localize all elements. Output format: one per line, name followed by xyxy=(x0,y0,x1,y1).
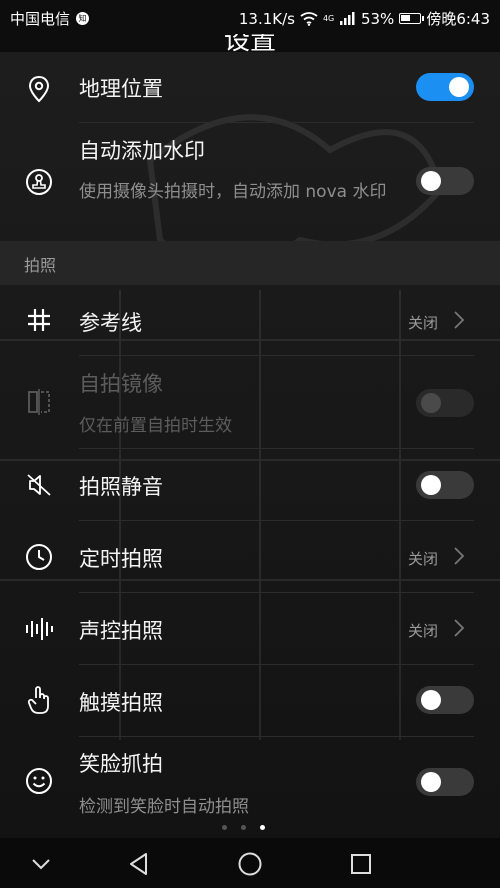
setting-mirror-desc: 仅在前置自拍时生效 xyxy=(79,416,232,436)
setting-smile-label: 笑脸抓拍 xyxy=(79,752,163,776)
setting-touch[interactable]: 触摸拍照 xyxy=(0,665,500,736)
clock: 傍晚6:43 xyxy=(426,10,490,28)
setting-watermark-label: 自动添加水印 xyxy=(79,139,205,163)
status-bar: 中国电信 知 13.1K/s 4G 53% 傍晚6:43 xyxy=(0,0,500,34)
page-dot-active xyxy=(260,825,265,830)
toggle-knob xyxy=(449,77,469,97)
battery-fill xyxy=(401,15,411,21)
setting-mute[interactable]: 拍照静音 xyxy=(0,449,500,520)
page-indicator xyxy=(222,825,265,830)
setting-gridline-value: 关闭 xyxy=(407,314,438,332)
touch-toggle[interactable] xyxy=(416,686,474,714)
setting-gridline[interactable]: 参考线 关闭 xyxy=(0,285,500,355)
setting-voice[interactable]: 声控拍照 关闭 xyxy=(0,593,500,664)
setting-watermark-desc: 使用摄像头拍摄时，自动添加 nova 水印 xyxy=(79,182,387,202)
back-triangle-icon[interactable] xyxy=(125,850,153,878)
setting-voice-value: 关闭 xyxy=(407,622,438,640)
chevron-right-icon xyxy=(454,619,465,637)
location-pin-icon xyxy=(24,74,54,104)
smile-toggle[interactable] xyxy=(416,768,474,796)
toggle-knob xyxy=(421,690,441,710)
toggle-knob xyxy=(421,772,441,792)
battery-icon xyxy=(399,13,425,24)
location-toggle[interactable] xyxy=(416,73,474,101)
home-circle-icon[interactable] xyxy=(236,850,264,878)
camera-settings-screen: 中国电信 知 13.1K/s 4G 53% 傍晚6:43 设置 地理位置 自动添… xyxy=(0,0,500,888)
navigation-bar xyxy=(0,838,500,888)
setting-voice-label: 声控拍照 xyxy=(79,619,163,643)
page-dot xyxy=(222,825,227,830)
chevron-right-icon xyxy=(454,547,465,565)
watermark-toggle[interactable] xyxy=(416,167,474,195)
toggle-knob xyxy=(421,171,441,191)
setting-selfie-mirror: 自拍镜像 仅在前置自拍时生效 xyxy=(0,356,500,448)
grid-icon xyxy=(24,305,54,335)
clock-icon xyxy=(24,542,54,572)
wifi-icon xyxy=(300,11,318,26)
setting-smile[interactable]: 笑脸抓拍 检测到笑脸时自动拍照 xyxy=(0,737,500,829)
signal-icon xyxy=(339,12,355,25)
chevron-right-icon xyxy=(454,311,465,329)
page-dot xyxy=(241,825,246,830)
network-speed: 13.1K/s xyxy=(238,9,295,28)
recent-apps-square-icon[interactable] xyxy=(347,850,375,878)
toggle-knob xyxy=(421,393,441,413)
carrier-name: 中国电信 xyxy=(10,10,71,28)
page-title: 设置 xyxy=(223,34,276,52)
setting-timer-value: 关闭 xyxy=(407,550,438,568)
smile-face-icon xyxy=(24,766,54,796)
mirror-icon xyxy=(24,387,54,417)
setting-mute-label: 拍照静音 xyxy=(79,475,163,499)
mute-icon xyxy=(24,470,54,500)
section-title: 拍照 xyxy=(24,256,57,275)
setting-watermark[interactable]: 自动添加水印 使用摄像头拍摄时，自动添加 nova 水印 xyxy=(0,123,500,241)
stamp-icon xyxy=(24,167,54,197)
carrier-badge: 知 xyxy=(76,12,90,25)
toggle-knob xyxy=(421,475,441,495)
setting-location-label: 地理位置 xyxy=(79,77,163,101)
setting-mirror-label: 自拍镜像 xyxy=(79,372,163,396)
page-title-strip: 设置 xyxy=(0,34,500,52)
sound-wave-icon xyxy=(24,614,54,644)
network-type: 4G xyxy=(322,14,335,23)
section-header-photo: 拍照 xyxy=(0,241,500,285)
setting-location[interactable]: 地理位置 xyxy=(0,52,500,122)
battery-percent: 53% xyxy=(360,9,395,28)
mute-toggle[interactable] xyxy=(416,471,474,499)
touch-hand-icon xyxy=(24,685,54,715)
setting-gridline-label: 参考线 xyxy=(79,311,142,335)
mirror-toggle xyxy=(416,389,474,417)
setting-smile-desc: 检测到笑脸时自动拍照 xyxy=(79,797,249,817)
setting-timer[interactable]: 定时拍照 关闭 xyxy=(0,521,500,592)
setting-touch-label: 触摸拍照 xyxy=(79,691,163,715)
collapse-chevron-down-icon[interactable] xyxy=(27,850,55,878)
setting-timer-label: 定时拍照 xyxy=(79,547,163,571)
